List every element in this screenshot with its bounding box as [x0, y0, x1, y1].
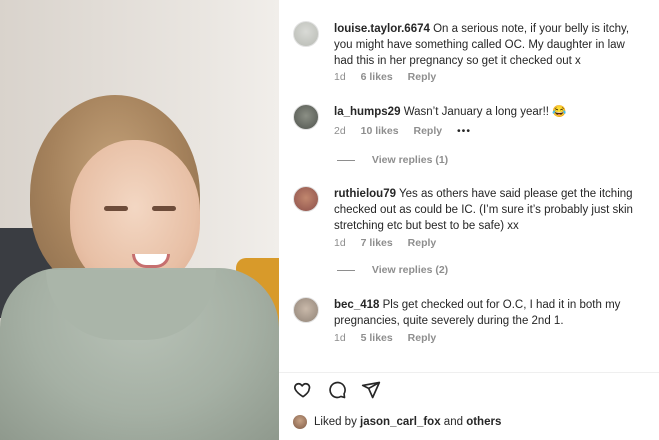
view-replies-line — [337, 159, 355, 161]
post-media[interactable] — [0, 0, 279, 440]
more-options-icon[interactable]: ••• — [457, 125, 471, 137]
person-eye-left — [104, 206, 128, 211]
comment-username[interactable]: la_humps29 — [334, 106, 400, 118]
comment-age: 1d — [334, 332, 346, 344]
share-icon[interactable] — [361, 380, 381, 400]
avatar[interactable] — [293, 186, 319, 212]
comment-age: 1d — [334, 71, 346, 83]
reply-button[interactable]: Reply — [408, 237, 437, 249]
comment-icon[interactable] — [327, 380, 347, 400]
avatar[interactable] — [293, 21, 319, 47]
reply-button[interactable]: Reply — [408, 332, 437, 344]
comment-likes[interactable]: 6 likes — [361, 71, 393, 83]
reply-button[interactable]: Reply — [413, 125, 442, 137]
comment-meta: 1d 6 likes Reply — [334, 71, 448, 83]
comment-username[interactable]: ruthielou79 — [334, 188, 396, 200]
comment-body: bec_418 Pls get checked out for O.C, I h… — [334, 297, 644, 329]
action-divider — [279, 372, 659, 373]
comments-list[interactable]: louise.taylor.6674 On a serious note, if… — [279, 0, 659, 372]
liked-by-connector: and — [443, 416, 463, 428]
comment-age: 1d — [334, 237, 346, 249]
comment-age: 2d — [334, 125, 346, 137]
liked-by-user[interactable]: jason_carl_fox — [360, 416, 441, 428]
comments-panel: louise.taylor.6674 On a serious note, if… — [279, 0, 659, 440]
comment-text: Wasn’t January a long year!! 😂 — [403, 106, 567, 118]
comment-body: la_humps29 Wasn’t January a long year!! … — [334, 104, 644, 120]
comment-meta: 1d 5 likes Reply — [334, 332, 448, 344]
comment-meta: 1d 7 likes Reply — [334, 237, 448, 249]
avatar[interactable] — [293, 104, 319, 130]
comment-body: ruthielou79 Yes as others have said plea… — [334, 186, 644, 234]
comment-body: louise.taylor.6674 On a serious note, if… — [334, 21, 644, 69]
comment-username[interactable]: louise.taylor.6674 — [334, 23, 430, 35]
heart-icon[interactable] — [293, 380, 313, 400]
view-replies-line — [337, 269, 355, 271]
view-replies-label: View replies (2) — [371, 264, 449, 276]
comment-likes[interactable]: 7 likes — [361, 237, 393, 249]
person-eye-right — [152, 206, 176, 211]
view-replies-button[interactable]: View replies (2) — [337, 264, 448, 276]
view-replies-label: View replies (1) — [371, 154, 449, 166]
comment-likes[interactable]: 5 likes — [361, 332, 393, 344]
avatar[interactable] — [293, 415, 307, 429]
comment-username[interactable]: bec_418 — [334, 299, 379, 311]
comment-meta: 2d 10 likes Reply ••• — [334, 125, 483, 137]
liked-by-prefix: Liked by — [314, 416, 357, 428]
comment-likes[interactable]: 10 likes — [361, 125, 399, 137]
liked-by: Liked by jason_carl_fox and others — [293, 414, 501, 430]
view-replies-button[interactable]: View replies (1) — [337, 154, 448, 166]
reply-button[interactable]: Reply — [408, 71, 437, 83]
avatar[interactable] — [293, 297, 319, 323]
post-actions — [293, 380, 381, 400]
liked-by-others[interactable]: others — [466, 416, 501, 428]
